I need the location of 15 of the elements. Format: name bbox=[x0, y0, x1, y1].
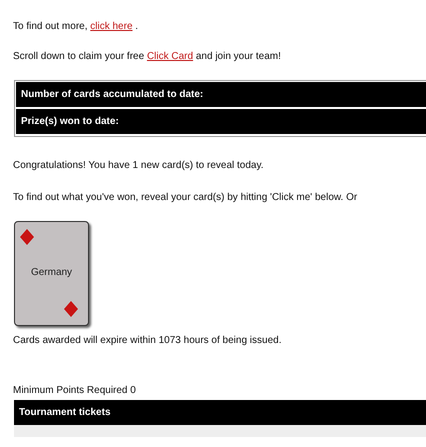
click-card-link[interactable]: Click Card bbox=[146, 51, 194, 62]
diamond-icon bbox=[64, 301, 78, 317]
minimum-points-text: Minimum Points Required 0 bbox=[13, 384, 137, 398]
diamond-icon bbox=[20, 229, 34, 245]
table-header: Tournament tickets bbox=[14, 400, 426, 425]
claim-text: Scroll down to claim your free Click Card and join your team! bbox=[13, 50, 282, 64]
playing-card[interactable]: Germany bbox=[14, 221, 89, 326]
instructions-text: To find out what you've won, reveal your card(s) by hitting 'Click me' below. Or bbox=[13, 191, 358, 205]
card-label: Germany bbox=[30, 266, 72, 278]
click-here-link[interactable]: click here bbox=[90, 21, 133, 32]
info-text: To find out more, click here . bbox=[13, 20, 140, 34]
stats-bar: Prize(s) won to date: bbox=[16, 109, 426, 134]
stats-bar: Number of cards accumulated to date: bbox=[16, 82, 426, 107]
expiry-text: Cards awarded will expire within 1073 hours of being issued. bbox=[13, 334, 282, 348]
congrats-text: Congratulations! You have 1 new card(s) to reveal today. bbox=[13, 159, 265, 173]
